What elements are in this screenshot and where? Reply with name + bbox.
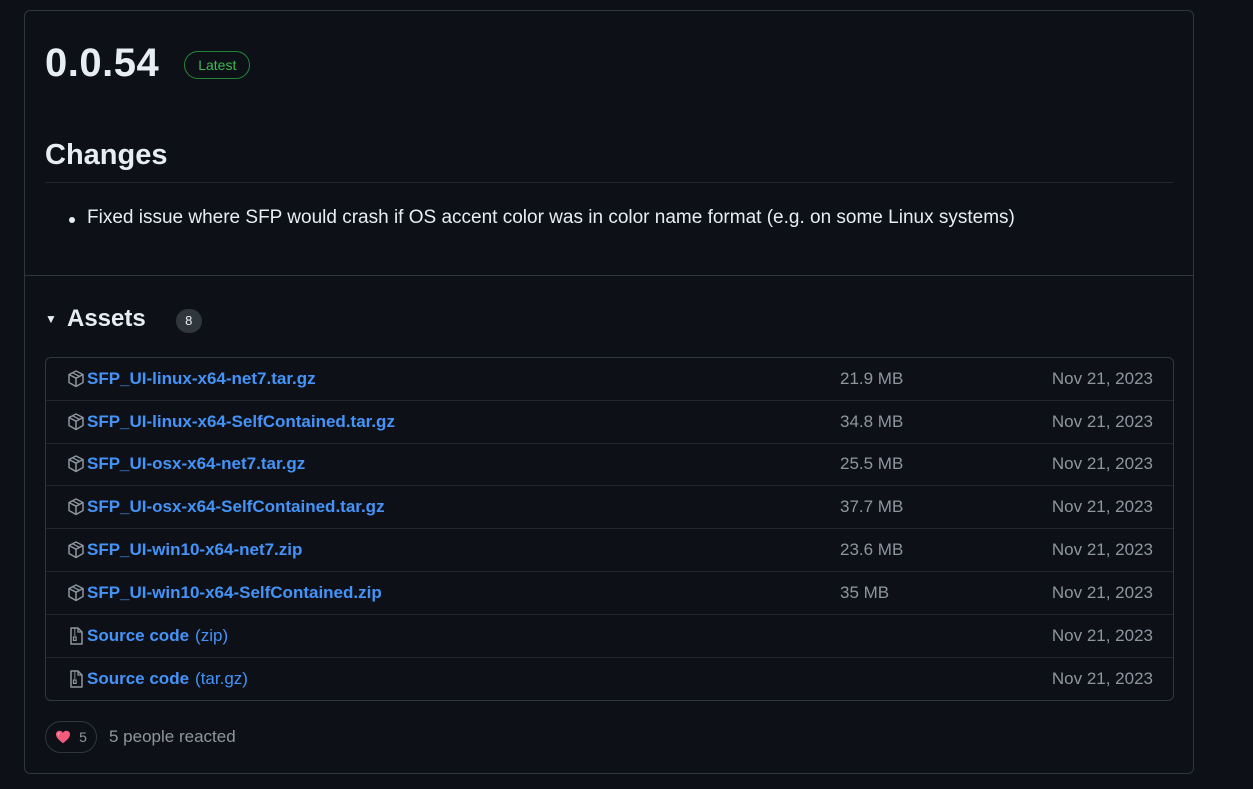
assets-count-badge: 8 bbox=[175, 308, 202, 333]
asset-date: Nov 21, 2023 bbox=[1051, 582, 1153, 602]
asset-name[interactable]: Source code bbox=[87, 669, 189, 689]
heart-icon bbox=[55, 729, 71, 745]
asset-date: Nov 21, 2023 bbox=[1051, 454, 1153, 474]
changes-heading: Changes bbox=[45, 139, 168, 171]
assets-toggle[interactable]: ▼ Assets 8 bbox=[45, 305, 202, 333]
file-zip-icon bbox=[66, 669, 86, 689]
caret-down-icon: ▼ bbox=[45, 312, 57, 326]
asset-size: 34.8 MB bbox=[840, 411, 904, 431]
asset-name[interactable]: SFP_UI-win10-x64-net7.zip bbox=[87, 540, 302, 560]
assets-list: SFP_UI-linux-x64-net7.tar.gz 21.9 MB Nov 2… bbox=[45, 357, 1174, 702]
reaction-heart-button[interactable]: 5 bbox=[45, 721, 97, 753]
asset-row: SFP_UI-win10-x64-SelfContained.zip 35 MB N… bbox=[46, 572, 1173, 615]
reaction-summary: 5 people reacted bbox=[109, 727, 236, 746]
asset-date: Nov 21, 2023 bbox=[1051, 668, 1153, 688]
asset-date: Nov 21, 2023 bbox=[1051, 411, 1153, 431]
release-version[interactable]: 0.0.54 bbox=[45, 41, 159, 86]
asset-row: SFP_UI-osx-x64-SelfContained.tar.gz 37.7 … bbox=[46, 486, 1173, 530]
asset-size: 35 MB bbox=[840, 582, 890, 602]
asset-row: SFP_UI-osx-x64-net7.tar.gz 25.5 MB Nov 21,… bbox=[46, 444, 1173, 487]
asset-date: Nov 21, 2023 bbox=[1051, 497, 1153, 517]
file-zip-icon bbox=[66, 626, 86, 646]
reactions-bar: 5 5 people reacted bbox=[45, 721, 236, 753]
changes-divider bbox=[45, 182, 1173, 183]
release-body: 0.0.54 Latest Changes Fixed issue where … bbox=[25, 11, 1193, 276]
asset-size: 25.5 MB bbox=[840, 454, 904, 474]
asset-name[interactable]: SFP_UI-linux-x64-net7.tar.gz bbox=[87, 369, 316, 389]
asset-link[interactable]: SFP_UI-osx-x64-SelfContained.tar.gz bbox=[66, 497, 385, 517]
asset-date: Nov 21, 2023 bbox=[1051, 368, 1153, 388]
latest-badge: Latest bbox=[184, 50, 251, 79]
asset-link[interactable]: SFP_UI-win10-x64-SelfContained.zip bbox=[66, 583, 382, 603]
package-icon bbox=[66, 540, 86, 560]
asset-name[interactable]: SFP_UI-osx-x64-net7.tar.gz bbox=[87, 454, 305, 474]
release-card: 0.0.54 Latest Changes Fixed issue where … bbox=[24, 10, 1194, 774]
asset-link[interactable]: Source code (tar.gz) bbox=[66, 669, 248, 689]
changes-list: Fixed issue where SFP would crash if OS … bbox=[67, 207, 1015, 229]
asset-name[interactable]: SFP_UI-win10-x64-SelfContained.zip bbox=[87, 583, 382, 603]
asset-size: 37.7 MB bbox=[840, 497, 904, 517]
asset-link[interactable]: SFP_UI-linux-x64-net7.tar.gz bbox=[66, 369, 316, 389]
package-icon bbox=[66, 369, 86, 389]
package-icon bbox=[66, 497, 86, 517]
asset-row: Source code (tar.gz) Nov 21, 2023 bbox=[46, 658, 1173, 701]
asset-row: SFP_UI-linux-x64-net7.tar.gz 21.9 MB Nov 2… bbox=[46, 358, 1173, 401]
asset-date: Nov 21, 2023 bbox=[1051, 625, 1153, 645]
asset-row: SFP_UI-linux-x64-SelfContained.tar.gz 34.… bbox=[46, 401, 1173, 444]
asset-format[interactable]: (zip) bbox=[195, 626, 228, 646]
package-icon bbox=[66, 454, 86, 474]
asset-size: 21.9 MB bbox=[840, 368, 904, 388]
changes-list-item: Fixed issue where SFP would crash if OS … bbox=[67, 207, 1015, 229]
assets-title: Assets bbox=[67, 305, 146, 332]
asset-link[interactable]: SFP_UI-win10-x64-net7.zip bbox=[66, 540, 302, 560]
asset-row: Source code (zip) Nov 21, 2023 bbox=[46, 615, 1173, 658]
asset-name[interactable]: SFP_UI-osx-x64-SelfContained.tar.gz bbox=[87, 497, 385, 517]
asset-date: Nov 21, 2023 bbox=[1051, 540, 1153, 560]
asset-name[interactable]: SFP_UI-linux-x64-SelfContained.tar.gz bbox=[87, 412, 395, 432]
asset-format[interactable]: (tar.gz) bbox=[195, 669, 248, 689]
asset-link[interactable]: Source code (zip) bbox=[66, 626, 228, 646]
package-icon bbox=[66, 583, 86, 603]
asset-link[interactable]: SFP_UI-osx-x64-net7.tar.gz bbox=[66, 454, 305, 474]
release-title-row: 0.0.54 Latest bbox=[45, 41, 251, 86]
asset-size: 23.6 MB bbox=[840, 540, 904, 560]
package-icon bbox=[66, 412, 86, 432]
asset-row: SFP_UI-win10-x64-net7.zip 23.6 MB Nov 21, … bbox=[46, 529, 1173, 572]
reaction-count: 5 bbox=[79, 729, 87, 745]
asset-name[interactable]: Source code bbox=[87, 626, 189, 646]
asset-link[interactable]: SFP_UI-linux-x64-SelfContained.tar.gz bbox=[66, 412, 395, 432]
